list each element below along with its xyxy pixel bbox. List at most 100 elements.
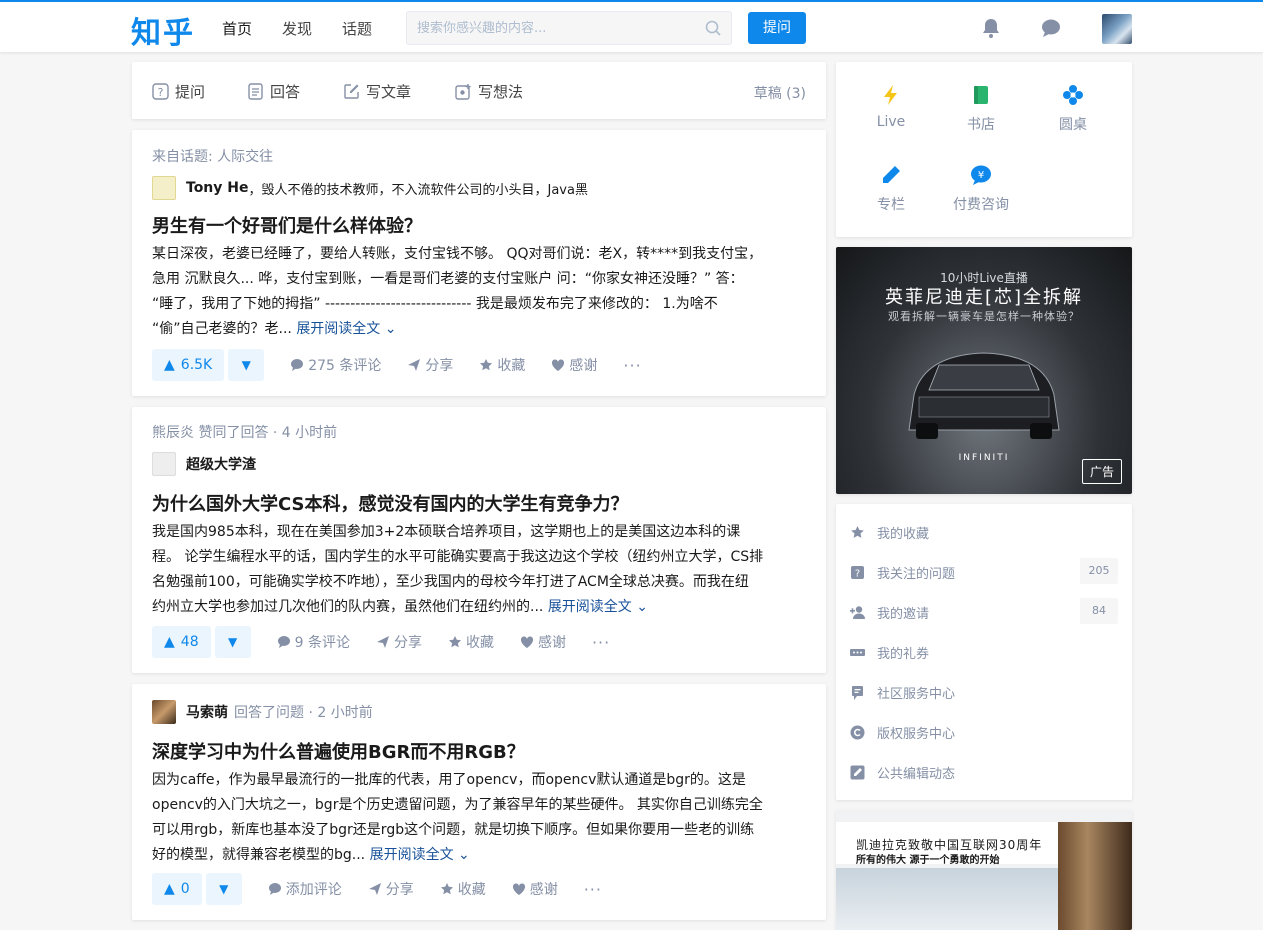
ad-banner-cadillac[interactable]: 凯迪拉克致敬中国互联网30周年 所有的伟大 源于一个勇敢的开始	[836, 810, 1132, 930]
read-more-link[interactable]: 展开阅读全文 ⌄	[548, 599, 648, 615]
author-avatar[interactable]	[152, 176, 176, 200]
comment-count: 添加评论	[285, 882, 342, 898]
heart-icon	[552, 359, 565, 371]
excerpt-line: 约州立大学也参加过几次他们的队内赛，虽然他们在纽约州的...	[152, 599, 544, 615]
ask-button[interactable]: 提问	[748, 12, 806, 44]
compose-ask[interactable]: ? 提问	[152, 81, 205, 102]
nav-explore[interactable]: 发现	[282, 18, 312, 39]
downvote-button[interactable]: ▼	[214, 626, 251, 658]
comment-button[interactable]: 9 条评论	[277, 632, 350, 652]
feed-title[interactable]: 为什么国外大学CS本科，感觉没有国内的大学生有竞争力？	[152, 490, 806, 516]
downvote-button[interactable]: ▼	[205, 873, 242, 905]
comment-icon	[291, 359, 304, 371]
thanks-button[interactable]: 感谢	[520, 632, 566, 652]
sidebar-item-invitations[interactable]: 我的邀请 84	[850, 598, 1118, 626]
ad-line2: 英菲尼迪走[芯]全拆解	[884, 287, 1084, 308]
author-name[interactable]: Tony He	[186, 180, 249, 196]
triangle-up-icon: ▲	[164, 634, 175, 650]
quick-live[interactable]: Live	[854, 84, 928, 130]
compose-ask-label: 提问	[175, 83, 206, 101]
feed-excerpt[interactable]: 我是国内985本科，现在在美国参加3+2本硕联合培养项目，这学期也上的是美国这边…	[152, 520, 806, 620]
read-more-link[interactable]: 展开阅读全文 ⌄	[296, 321, 396, 337]
action-bar: ▲ 48 ▼ 9 条评论 分享 收藏 感谢 ···	[152, 626, 610, 658]
sidebar-item-label: 版权服务中心	[877, 726, 956, 742]
quick-consult[interactable]: ¥ 付费咨询	[944, 164, 1018, 214]
collect-button[interactable]: 收藏	[479, 355, 525, 375]
ad2-building	[1058, 822, 1132, 930]
top-header: 知乎 首页 发现 话题 提问	[0, 0, 1263, 52]
nav-home[interactable]: 首页	[222, 18, 252, 39]
triangle-down-icon: ▼	[219, 882, 229, 896]
share-button[interactable]: 分享	[407, 355, 453, 375]
author-bio: ，毁人不倦的技术教师，不入流软件公司的小头目，Java黑	[248, 182, 588, 198]
excerpt-line: opencv的入门大坑之一，bgr是个历史遗留问题，为了兼容早年的某些硬件。 其…	[152, 797, 763, 813]
collect-label: 收藏	[497, 358, 526, 374]
quick-consult-label: 付费咨询	[953, 197, 1009, 213]
nav-topics[interactable]: 话题	[342, 18, 372, 39]
author-avatar[interactable]	[152, 700, 176, 724]
search-input[interactable]	[407, 12, 687, 44]
thanks-button[interactable]: 感谢	[551, 355, 597, 375]
excerpt-line: 我是国内985本科，现在在美国参加3+2本硕联合培养项目，这学期也上的是美国这边…	[152, 524, 741, 540]
upvote-button[interactable]: ▲ 0	[152, 873, 202, 905]
svg-text:¥: ¥	[978, 170, 984, 181]
author-avatar[interactable]	[152, 452, 176, 476]
compose-thought[interactable]: 写想法	[455, 81, 523, 102]
quick-roundtable[interactable]: 圆桌	[1036, 84, 1110, 134]
feed-title[interactable]: 男生有一个好哥们是什么样体验？	[152, 212, 806, 238]
more-button[interactable]: ···	[584, 880, 602, 899]
excerpt-line: 好的模型，就得兼容老模型的bg...	[152, 847, 366, 863]
compose-article[interactable]: 写文章	[343, 81, 411, 102]
share-button[interactable]: 分享	[376, 632, 422, 652]
ad-line3: 观看拆解一辆豪车是怎样一种体验？	[888, 310, 1080, 323]
more-button[interactable]: ···	[592, 633, 610, 652]
sidebar-item-community-service[interactable]: 社区服务中心	[850, 678, 1118, 706]
downvote-button[interactable]: ▼	[228, 349, 265, 381]
heart-icon	[512, 883, 525, 895]
zhihu-logo[interactable]: 知乎	[131, 8, 195, 52]
comment-button[interactable]: 添加评论	[268, 879, 342, 899]
collect-button[interactable]: 收藏	[448, 632, 494, 652]
vote-count: 0	[180, 881, 190, 897]
flag-icon	[852, 685, 863, 700]
bell-icon[interactable]	[980, 17, 1002, 39]
message-icon[interactable]	[1040, 17, 1062, 39]
comment-count: 9 条评论	[294, 635, 350, 651]
upvote-button[interactable]: ▲ 48	[152, 626, 211, 658]
excerpt-line: “偷”自己老婆的？老...	[152, 321, 292, 337]
quick-column[interactable]: 专栏	[854, 164, 928, 214]
drafts-link[interactable]: 草稿 (3)	[754, 83, 806, 103]
sidebar-item-collections[interactable]: 我的收藏	[850, 518, 1118, 546]
sidebar-item-followed-questions[interactable]: ? 我关注的问题 205	[850, 558, 1118, 586]
car-image	[908, 352, 1060, 439]
sidebar-item-label: 公共编辑动态	[877, 766, 956, 782]
feed-excerpt[interactable]: 因为caffe，作为最早最流行的一批库的代表，用了opencv，而opencv默…	[152, 768, 806, 868]
quick-bookstore[interactable]: 书店	[944, 84, 1018, 134]
collect-button[interactable]: 收藏	[440, 879, 486, 899]
add-user-icon	[850, 605, 865, 619]
ad-banner-infiniti[interactable]: 10小时Live直播 英菲尼迪走[芯]全拆解 观看拆解一辆豪车是怎样一种体验？ …	[836, 247, 1132, 494]
search-icon[interactable]	[705, 20, 721, 36]
upvote-button[interactable]: ▲ 6.5K	[152, 349, 225, 381]
compose-answer[interactable]: 回答	[247, 81, 300, 102]
sidebar-item-public-edits[interactable]: 公共编辑动态	[850, 758, 1118, 786]
share-icon	[376, 636, 389, 648]
author-row: Tony He ，毁人不倦的技术教师，不入流软件公司的小头目，Java黑	[152, 176, 588, 200]
feed-title[interactable]: 深度学习中为什么普遍使用BGR而不用RGB？	[152, 738, 806, 764]
thanks-button[interactable]: 感谢	[512, 879, 558, 899]
feed-excerpt[interactable]: 某日深夜，老婆已经睡了，要给人转账，支付宝钱不够。 QQ对哥们说：老X，转***…	[152, 242, 806, 342]
read-more-link[interactable]: 展开阅读全文 ⌄	[370, 847, 470, 863]
heart-icon	[520, 636, 534, 648]
author-name[interactable]: 超级大学渣	[186, 454, 256, 474]
comment-button[interactable]: 275 条评论	[290, 355, 381, 375]
author-name[interactable]: 马索萌	[186, 702, 228, 722]
thanks-label: 感谢	[537, 635, 566, 651]
sidebar-item-copyright-service[interactable]: 版权服务中心	[850, 718, 1118, 746]
user-avatar[interactable]	[1102, 14, 1132, 44]
feed-meta: 来自话题: 人际交往	[152, 149, 274, 165]
action-bar: ▲ 6.5K ▼ 275 条评论 分享 收藏 感谢 ···	[152, 349, 642, 381]
quick-live-label: Live	[876, 114, 906, 130]
sidebar-item-coupons[interactable]: 我的礼券	[850, 638, 1118, 666]
share-button[interactable]: 分享	[368, 879, 414, 899]
more-button[interactable]: ···	[623, 356, 641, 375]
